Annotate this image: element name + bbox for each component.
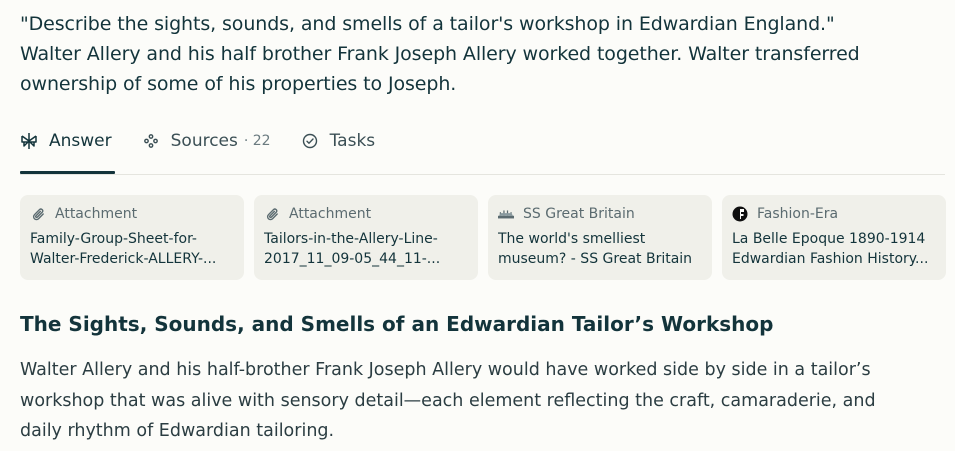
tab-label: Tasks (329, 131, 376, 151)
fashion-era-favicon (732, 206, 748, 222)
query-line: Walter Allery and his half brother Frank… (20, 43, 860, 65)
source-site: Attachment (289, 206, 372, 222)
answer-heading: The Sights, Sounds, and Smells of an Edw… (20, 312, 774, 336)
source-title: Family-Group-Sheet-for- Walter-Frederick… (30, 229, 234, 269)
sources-icon (142, 132, 160, 150)
thread-page: "Describe the sights, sounds, and smells… (0, 0, 955, 451)
source-title-line: La Belle Epoque 1890-1914 (732, 231, 926, 247)
source-site: Fashion-Era (757, 206, 839, 222)
source-card[interactable]: Attachment Family-Group-Sheet-for- Walte… (20, 195, 244, 280)
tab-sources[interactable]: Sources · 22 (142, 124, 271, 158)
source-title: Tailors-in-the-Allery-Line- 2017_11_09-0… (264, 229, 468, 269)
source-title-line: Family-Group-Sheet-for- (30, 231, 197, 247)
tab-answer[interactable]: Answer (20, 124, 115, 174)
answer-line: daily rhythm of Edwardian tailoring. (20, 421, 335, 441)
answer-paragraph: Walter Allery and his half-brother Frank… (20, 355, 940, 447)
tab-label: Answer (49, 131, 112, 151)
perplexity-icon (20, 132, 38, 150)
source-title: The world's smelliest museum? - SS Great… (498, 229, 702, 269)
source-title-line: Walter-Frederick-ALLERY-... (30, 251, 217, 267)
source-cards: Attachment Family-Group-Sheet-for- Walte… (20, 195, 946, 280)
source-title-line: 2017_11_09-05_44_11-... (264, 251, 441, 267)
ship-favicon (498, 206, 514, 222)
query-line: ownership of some of his properties to J… (20, 73, 457, 95)
source-card[interactable]: Attachment Tailors-in-the-Allery-Line- 2… (254, 195, 478, 280)
source-title: La Belle Epoque 1890-1914 Edwardian Fash… (732, 229, 936, 269)
sources-count: · 22 (243, 133, 271, 149)
source-title-line: Tailors-in-the-Allery-Line- (264, 231, 438, 247)
check-circle-icon (301, 132, 319, 150)
source-card[interactable]: Fashion-Era La Belle Epoque 1890-1914 Ed… (722, 195, 946, 280)
source-site: Attachment (55, 206, 138, 222)
answer-line: workshop that was alive with sensory det… (20, 390, 876, 411)
tab-tasks[interactable]: Tasks (301, 124, 376, 158)
user-query: "Describe the sights, sounds, and smells… (20, 9, 940, 99)
source-title-line: The world's smelliest (498, 231, 646, 247)
paperclip-icon (30, 206, 46, 222)
result-tabs: Answer Sources · 22 Tasks (20, 124, 945, 175)
tab-label: Sources (170, 131, 238, 151)
source-title-line: Edwardian Fashion History... (732, 251, 929, 267)
paperclip-icon (264, 206, 280, 222)
query-line: "Describe the sights, sounds, and smells… (20, 13, 835, 35)
source-site: SS Great Britain (523, 206, 635, 222)
answer-line: Walter Allery and his half-brother Frank… (20, 360, 871, 380)
source-title-line: museum? - SS Great Britain (498, 251, 693, 267)
source-card[interactable]: SS Great Britain The world's smelliest m… (488, 195, 712, 280)
